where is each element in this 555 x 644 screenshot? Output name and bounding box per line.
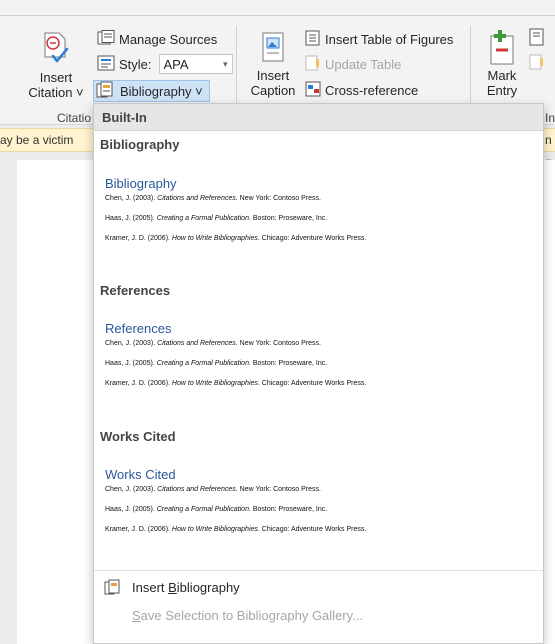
insert-citation-label-2: Citation ˅	[28, 85, 84, 100]
save-selection-to-gallery-menu-item[interactable]: Save Selection to Bibliography Gallery..…	[94, 604, 543, 626]
insert-caption-button[interactable]: Insert Caption	[244, 32, 302, 98]
citation-line: Chen, J. (2003). Citations and Reference…	[105, 486, 321, 493]
citation-line: Haas, J. (2005). Creating a Formal Publi…	[105, 360, 328, 367]
insert-citation-label-1: Insert	[39, 70, 73, 85]
insert-bibliography-menu-item[interactable]: Insert Bibliography	[94, 576, 543, 598]
update-table-label: Update Table	[325, 56, 402, 72]
insert-caption-label-1: Insert	[256, 68, 290, 83]
bibliography-label: Bibliography ˅	[120, 83, 203, 99]
cross-reference-label: Cross-reference	[325, 82, 419, 98]
ribbon-top-border	[0, 0, 555, 16]
save-selection-label: Save Selection to Bibliography Gallery..…	[132, 607, 363, 623]
insert-table-of-figures-button[interactable]: Insert Table of Figures	[305, 29, 453, 49]
gallery-item-title: References	[100, 283, 171, 298]
mark-entry-icon	[487, 28, 517, 66]
chevron-down-icon: ▾	[222, 58, 228, 69]
mark-entry-label-2: Entry	[486, 83, 518, 98]
mark-entry-button[interactable]: Mark Entry	[480, 28, 524, 98]
citation-line: Kramer, J. D. (2006). How to Write Bibli…	[105, 235, 367, 242]
insert-caption-label-2: Caption	[250, 83, 296, 98]
style-icon	[97, 55, 115, 74]
insert-citation-icon	[39, 30, 73, 66]
insert-bibliography-icon	[94, 579, 132, 595]
insert-caption-icon	[260, 32, 286, 64]
menu-separator	[94, 570, 543, 571]
cross-reference-button[interactable]: Cross-reference	[305, 80, 418, 100]
update-table-button[interactable]: Update Table	[305, 54, 401, 74]
insert-index-icon[interactable]	[529, 28, 545, 49]
citation-line: Haas, J. (2005). Creating a Formal Publi…	[105, 506, 328, 513]
style-control: Style: APA ▾	[97, 54, 233, 74]
gallery-item-references[interactable]: References References Chen, J. (2003). C…	[94, 276, 543, 422]
citations-group-label: Citatio	[57, 111, 92, 125]
insert-citation-button[interactable]: Insert Citation ˅	[26, 30, 86, 100]
citation-line: Haas, J. (2005). Creating a Formal Publi…	[105, 215, 328, 222]
gallery-item-title: Works Cited	[100, 429, 176, 444]
mark-entry-label-1: Mark	[487, 68, 517, 83]
document-page[interactable]	[17, 160, 97, 644]
gallery-item-heading: References	[105, 321, 172, 336]
update-table-icon	[305, 55, 321, 74]
manage-sources-button[interactable]: Manage Sources	[97, 29, 217, 49]
insert-bibliography-label: Insert Bibliography	[132, 579, 240, 595]
update-index-icon[interactable]	[529, 54, 545, 73]
insert-table-of-figures-label: Insert Table of Figures	[325, 31, 454, 47]
gallery-item-heading: Works Cited	[105, 467, 176, 482]
table-of-figures-icon	[305, 30, 321, 49]
gallery-item-bibliography[interactable]: Bibliography Bibliography Chen, J. (2003…	[94, 131, 543, 276]
citation-line: Kramer, J. D. (2006). How to Write Bibli…	[105, 380, 367, 387]
style-label: Style:	[119, 56, 152, 72]
manage-sources-icon	[97, 29, 115, 49]
index-group-label: In	[545, 111, 555, 125]
cross-reference-icon	[305, 81, 321, 100]
gallery-section-header: Built-In	[94, 104, 543, 131]
style-value: APA	[163, 56, 189, 72]
gallery-item-works-cited[interactable]: Works Cited Works Cited Chen, J. (2003).…	[94, 422, 543, 568]
citation-line: Chen, J. (2003). Citations and Reference…	[105, 195, 321, 202]
gallery-item-heading: Bibliography	[105, 176, 177, 191]
citation-line: Kramer, J. D. (2006). How to Write Bibli…	[105, 526, 367, 533]
manage-sources-label: Manage Sources	[119, 31, 218, 47]
bibliography-dropdown: Built-In Bibliography Bibliography Chen,…	[93, 103, 544, 644]
bibliography-icon	[96, 81, 116, 102]
bibliography-button[interactable]: Bibliography ˅	[93, 80, 210, 102]
citation-line: Chen, J. (2003). Citations and Reference…	[105, 340, 321, 347]
gallery-item-title: Bibliography	[100, 137, 180, 152]
style-dropdown[interactable]: APA ▾	[158, 54, 233, 74]
info-bar-text-left: ay be a victim	[0, 133, 74, 147]
